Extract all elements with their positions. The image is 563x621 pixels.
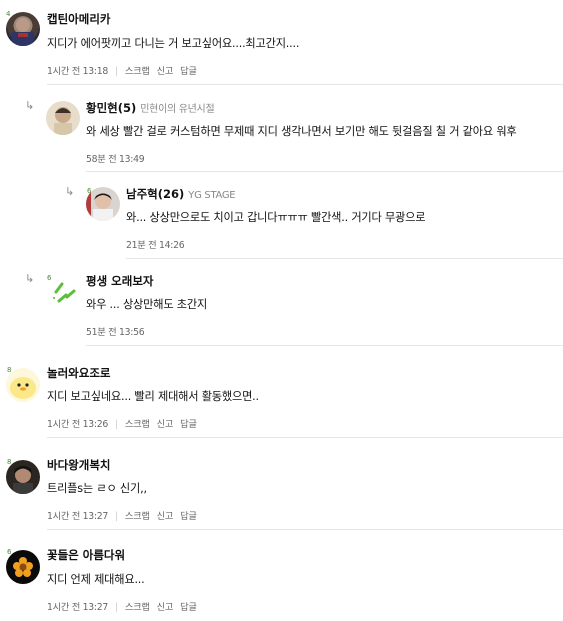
scrap-button[interactable]: 스크랩 <box>125 419 150 430</box>
comment-time: 51분 전 13:56 <box>86 327 145 338</box>
level-badge: 6 <box>7 548 12 556</box>
comment-meta: 1시간 전 13:27 | 스크랩 신고 답글 <box>47 508 204 522</box>
divider <box>86 345 563 346</box>
comment-text: 지디 보고싶네요... 빨리 제대해서 활동했으면.. <box>47 390 259 403</box>
scrap-button[interactable]: 스크랩 <box>125 602 150 613</box>
comment-author[interactable]: 황민현(5) 민현이의 유년시절 <box>86 100 215 116</box>
comment-author[interactable]: 꽃들은 아름다워 <box>47 547 125 563</box>
avatar-image-icon <box>12 18 34 46</box>
author-name[interactable]: 남주혁(26) <box>126 187 184 201</box>
comment-time: 1시간 전 13:27 <box>47 602 108 613</box>
report-button[interactable]: 신고 <box>157 602 174 613</box>
comment-text: 와... 상상만으로도 치이고 갑니다ㅠㅠㅠ 빨간색.. 거기다 무광으로 <box>126 211 426 224</box>
level-badge: 6 <box>47 274 52 282</box>
comment-time: 1시간 전 13:27 <box>47 511 108 522</box>
reply-button[interactable]: 답글 <box>180 419 197 430</box>
author-name[interactable]: 황민현(5) <box>86 101 136 115</box>
comment-time: 1시간 전 13:18 <box>47 66 108 77</box>
report-button[interactable]: 신고 <box>157 419 174 430</box>
comment-text: 와우 ... 상상만해도 초간지 <box>86 298 208 311</box>
divider <box>47 437 563 438</box>
reply-button[interactable]: 답글 <box>180 66 197 77</box>
comment-time: 1시간 전 13:26 <box>47 419 108 430</box>
comment-time: 21분 전 14:26 <box>126 240 185 251</box>
author-name[interactable]: 평생 오래보자 <box>86 274 153 288</box>
comment-author[interactable]: 남주혁(26) YG STAGE <box>126 186 236 202</box>
divider <box>86 171 563 172</box>
report-button[interactable]: 신고 <box>157 66 174 77</box>
author-name[interactable]: 바다왕개복치 <box>47 458 110 472</box>
divider <box>47 529 563 530</box>
comment-meta: 1시간 전 13:27 | 스크랩 신고 답글 <box>47 599 204 613</box>
scrap-button[interactable]: 스크랩 <box>125 511 150 522</box>
comment-text: 와 세상 빨간 걸로 커스텀하면 무제때 지디 생각나면서 보기만 해도 뒷걸음… <box>86 125 517 138</box>
comment-text: 지디 언제 제대해요... <box>47 573 145 586</box>
comment-author[interactable]: 놀러와요조로 <box>47 365 110 381</box>
comment-author[interactable]: 캡틴아메리카 <box>47 11 110 27</box>
comment-time: 58분 전 13:49 <box>86 154 145 165</box>
author-name[interactable]: 놀러와요조로 <box>47 366 110 380</box>
reply-button[interactable]: 답글 <box>180 602 197 613</box>
avatar[interactable] <box>6 12 40 46</box>
reply-arrow-icon: ↳ <box>65 185 75 198</box>
level-badge: 4 <box>6 10 11 18</box>
level-badge: 8 <box>7 458 12 466</box>
report-button[interactable]: 신고 <box>157 511 174 522</box>
level-badge: 8 <box>7 366 12 374</box>
level-badge: 6 <box>87 187 92 195</box>
reply-arrow-icon: ↳ <box>25 99 35 112</box>
author-badge: 민현이의 유년시절 <box>140 104 215 115</box>
comment-meta: 1시간 전 13:26 | 스크랩 신고 답글 <box>47 416 204 430</box>
author-name[interactable]: 꽃들은 아름다워 <box>47 548 125 562</box>
divider <box>126 258 563 259</box>
comment-text: 지디가 에어팟끼고 다니는 거 보고싶어요....최고간지.... <box>47 37 300 50</box>
divider <box>47 84 563 85</box>
meta-divider: | <box>114 511 118 522</box>
avatar-image-icon <box>54 107 72 135</box>
author-name[interactable]: 캡틴아메리카 <box>47 12 110 26</box>
meta-divider: | <box>114 66 118 77</box>
author-badge: YG STAGE <box>188 190 236 201</box>
reply-button[interactable]: 답글 <box>180 511 197 522</box>
comment-author[interactable]: 바다왕개복치 <box>47 457 110 473</box>
meta-divider: | <box>114 419 118 430</box>
comment-text: 트리플s는 ㄹㅇ 신기,, <box>47 482 147 495</box>
meta-divider: | <box>114 602 118 613</box>
comment-meta: 1시간 전 13:18 | 스크랩 신고 답글 <box>47 63 204 77</box>
reply-arrow-icon: ↳ <box>25 272 35 285</box>
scrap-button[interactable]: 스크랩 <box>125 66 150 77</box>
avatar[interactable] <box>46 101 80 135</box>
comment-author[interactable]: 평생 오래보자 <box>86 273 153 289</box>
